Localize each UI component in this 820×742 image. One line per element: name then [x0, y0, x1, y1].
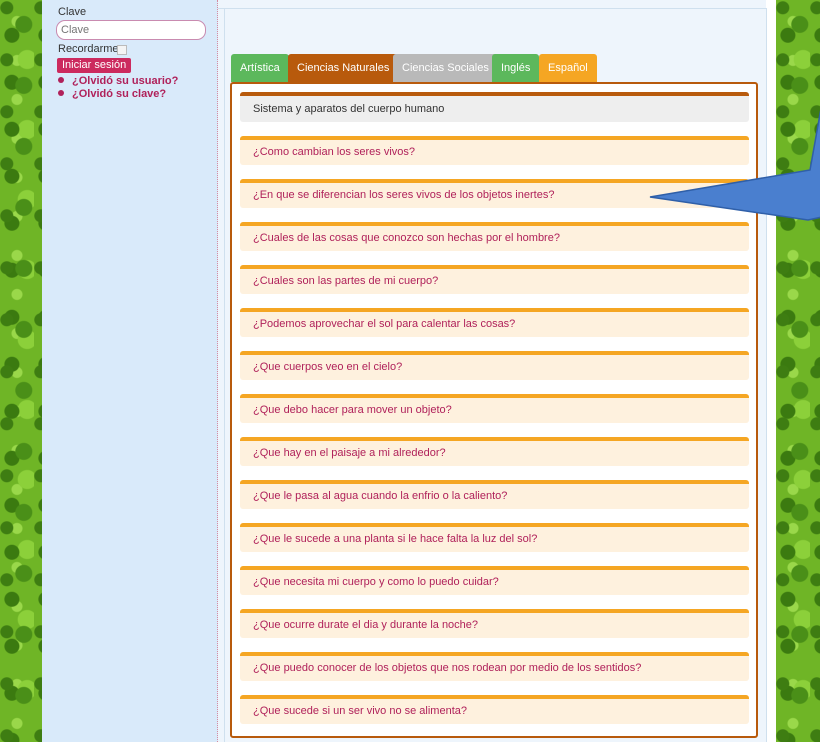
callout-arrow-icon	[649, 109, 820, 221]
callout-arrow-annotation	[649, 109, 820, 221]
